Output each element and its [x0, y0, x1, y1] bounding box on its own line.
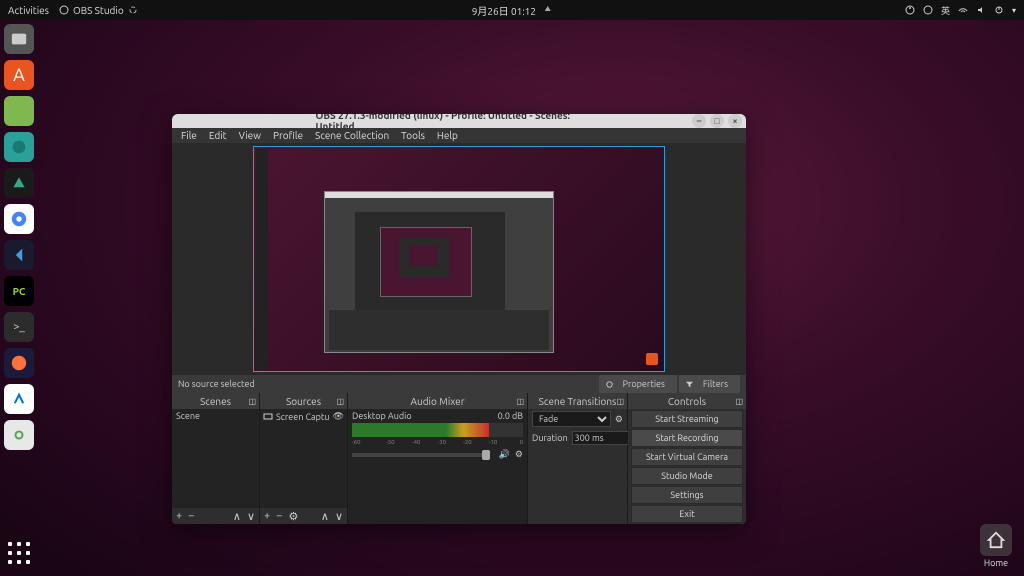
wifi-icon	[958, 5, 968, 15]
minimize-button[interactable]: –	[692, 114, 706, 128]
gear-icon	[605, 380, 614, 389]
menu-edit[interactable]: Edit	[204, 128, 232, 143]
dock-software[interactable]: A	[4, 60, 34, 90]
filter-icon	[685, 380, 694, 389]
dock-app3[interactable]	[4, 168, 34, 198]
globe-icon	[923, 5, 933, 15]
audio-track: Desktop Audio 0.0 dB -60-50-40-30-20-100…	[348, 409, 527, 462]
dock-app5[interactable]	[4, 420, 34, 450]
menu-file[interactable]: File	[176, 128, 202, 143]
dock: A PC >_	[4, 24, 40, 450]
speaker-icon[interactable]: 🔊	[499, 449, 510, 460]
volume-icon	[976, 5, 986, 15]
popout-icon[interactable]: ◫	[336, 397, 344, 406]
remove-source-button[interactable]: −	[276, 510, 282, 522]
settings-button[interactable]: Settings	[631, 486, 743, 504]
source-up-button[interactable]: ∧	[321, 510, 329, 523]
gnome-topbar: Activities OBS Studio 9月26日 01:12 英 ▾	[0, 0, 1024, 20]
screen-icon	[263, 412, 273, 422]
ime-indicator: 英	[941, 4, 950, 17]
transitions-title: Scene Transitions	[539, 396, 617, 407]
scene-item[interactable]: Scene	[172, 409, 259, 423]
controls-panel: Controls ◫ Start Streaming Start Recordin…	[628, 393, 746, 524]
show-apps-button[interactable]	[8, 542, 30, 564]
start-virtual-camera-button[interactable]: Start Virtual Camera	[631, 448, 743, 466]
home-button[interactable]: Home	[980, 524, 1012, 568]
window-title: OBS 27.1.3-modified (linux) - Profile: U…	[316, 114, 603, 132]
studio-mode-button[interactable]: Studio Mode	[631, 467, 743, 485]
dock-terminal[interactable]: >_	[4, 312, 34, 342]
scene-down-button[interactable]: ∨	[247, 510, 255, 523]
source-item[interactable]: Screen Captu 👁	[260, 409, 347, 424]
transition-settings-icon[interactable]: ⚙	[615, 414, 623, 425]
remove-scene-button[interactable]: −	[188, 510, 194, 522]
power-icon	[994, 5, 1004, 15]
add-scene-button[interactable]: +	[176, 510, 182, 522]
home-icon	[987, 531, 1005, 549]
dock-vscode[interactable]	[4, 240, 34, 270]
source-settings-button[interactable]: ⚙	[288, 510, 298, 523]
source-info-row: No source selected Properties Filters	[172, 375, 746, 393]
popout-icon[interactable]: ◫	[616, 397, 624, 406]
menu-view[interactable]: View	[234, 128, 266, 143]
popout-icon[interactable]: ◫	[248, 397, 256, 406]
sources-title: Sources	[286, 396, 321, 407]
mixer-title: Audio Mixer	[411, 396, 465, 407]
start-recording-button[interactable]: Start Recording	[631, 429, 743, 447]
filters-button[interactable]: Filters	[679, 375, 740, 393]
dock-app4[interactable]	[4, 384, 34, 414]
popout-icon[interactable]: ◫	[735, 397, 743, 406]
maximize-button[interactable]: □	[710, 114, 724, 128]
topbar-app[interactable]: OBS Studio	[59, 5, 138, 16]
chevron-down-icon: ▾	[1012, 6, 1016, 15]
sources-panel: Sources ◫ Screen Captu 👁 + − ⚙ ∧ ∨	[260, 393, 348, 524]
system-tray[interactable]: 英 ▾	[905, 4, 1016, 17]
track-db: 0.0 dB	[498, 411, 523, 421]
add-source-button[interactable]: +	[264, 510, 270, 522]
track-settings-icon[interactable]: ⚙	[515, 449, 523, 460]
a11y-icon	[905, 5, 915, 15]
volume-slider[interactable]	[352, 453, 490, 457]
scenes-title: Scenes	[200, 396, 231, 407]
close-button[interactable]: ×	[728, 114, 742, 128]
panels: Scenes ◫ Scene + − ∧ ∨ Sources ◫ Screen Ca…	[172, 393, 746, 524]
titlebar[interactable]: OBS 27.1.3-modified (linux) - Profile: U…	[172, 114, 746, 128]
dock-firefox[interactable]	[4, 348, 34, 378]
popout-icon[interactable]: ◫	[516, 397, 524, 406]
dock-chromium[interactable]	[4, 204, 34, 234]
obs-icon	[59, 5, 69, 15]
transition-select[interactable]: Fade	[532, 411, 611, 427]
preview-frame	[253, 146, 665, 372]
properties-button[interactable]: Properties	[599, 375, 677, 393]
dock-app1[interactable]	[4, 96, 34, 126]
start-streaming-button[interactable]: Start Streaming	[631, 410, 743, 428]
source-down-button[interactable]: ∨	[335, 510, 343, 523]
duration-label: Duration	[532, 433, 568, 443]
preview-area[interactable]	[172, 143, 746, 375]
audio-meter	[352, 423, 523, 437]
meter-ticks: -60-50-40-30-20-100	[352, 439, 523, 447]
exit-button[interactable]: Exit	[631, 505, 743, 523]
spinner-icon	[128, 5, 138, 15]
source-label: Screen Captu	[276, 412, 330, 422]
controls-title: Controls	[668, 396, 706, 407]
scenes-panel: Scenes ◫ Scene + − ∧ ∨	[172, 393, 260, 524]
clock[interactable]: 9月26日 01:12	[472, 3, 553, 18]
activities-button[interactable]: Activities	[8, 5, 49, 16]
audio-mixer-panel: Audio Mixer ◫ Desktop Audio 0.0 dB -60-50…	[348, 393, 528, 524]
dock-app2[interactable]	[4, 132, 34, 162]
obs-window: OBS 27.1.3-modified (linux) - Profile: U…	[172, 114, 746, 524]
no-selection-label: No source selected	[178, 379, 255, 389]
track-name: Desktop Audio	[352, 411, 412, 421]
dock-files[interactable]	[4, 24, 34, 54]
notification-icon	[542, 5, 552, 15]
menu-profile[interactable]: Profile	[268, 128, 308, 143]
trash-icon	[646, 353, 658, 365]
transitions-panel: Scene Transitions◫ Fade ⚙ Duration ▲▼	[528, 393, 628, 524]
eye-icon[interactable]: 👁	[333, 411, 344, 422]
dock-pycharm[interactable]: PC	[4, 276, 34, 306]
scene-up-button[interactable]: ∧	[233, 510, 241, 523]
